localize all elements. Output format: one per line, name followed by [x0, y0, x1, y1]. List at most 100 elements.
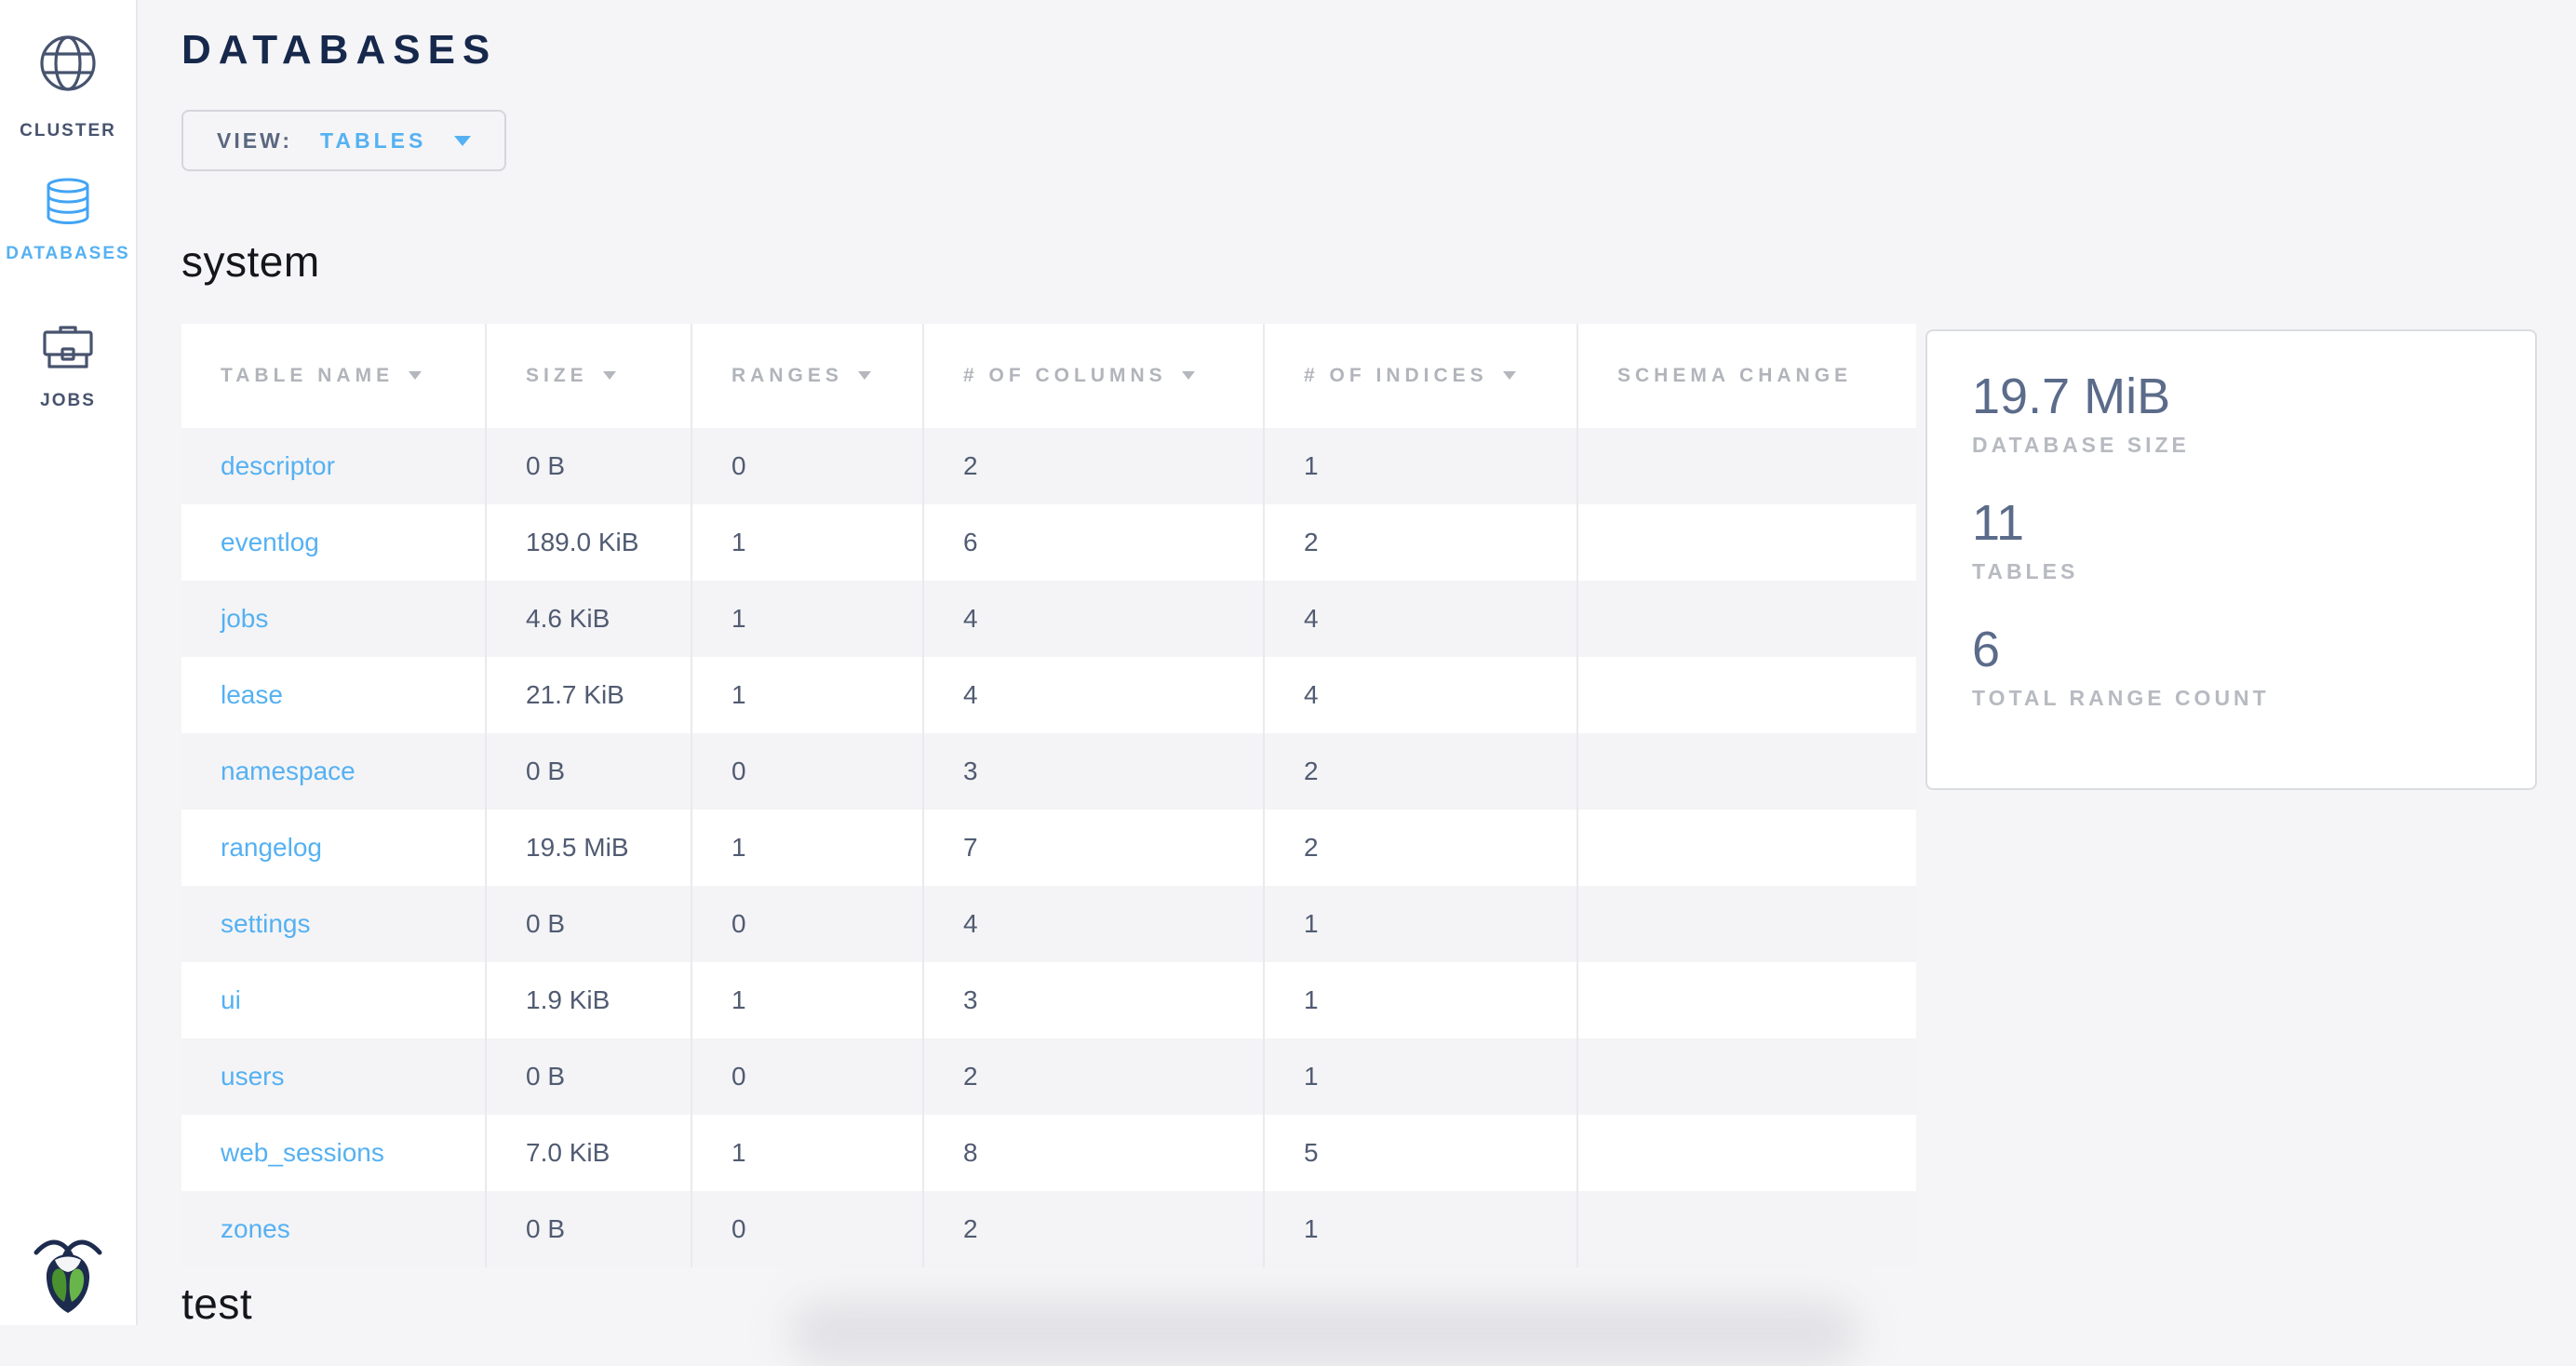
cell-indices: 1	[1264, 428, 1577, 504]
cell-ranges: 0	[691, 1038, 923, 1115]
cell-schema-change	[1577, 733, 1916, 810]
table-row: web_sessions7.0 KiB185	[181, 1115, 1916, 1191]
sidebar: CLUSTER DATABASES JOBS	[0, 0, 138, 1325]
sort-caret-icon	[1182, 371, 1195, 380]
cell-size: 19.5 MiB	[486, 810, 691, 886]
table-name-link[interactable]: eventlog	[221, 528, 319, 556]
cell-schema-change	[1577, 1191, 1916, 1267]
main-content: DATABASES VIEW: TABLES system TABLE NAME…	[181, 0, 2576, 1327]
cell-size: 4.6 KiB	[486, 581, 691, 657]
cell-name: rangelog	[181, 810, 486, 886]
cell-size: 0 B	[486, 1191, 691, 1267]
table-name-link[interactable]: jobs	[221, 604, 268, 633]
cell-schema-change	[1577, 504, 1916, 581]
cell-name: settings	[181, 886, 486, 962]
cell-columns: 6	[923, 504, 1264, 581]
cell-columns: 2	[923, 1038, 1264, 1115]
cell-columns: 2	[923, 428, 1264, 504]
cell-size: 7.0 KiB	[486, 1115, 691, 1191]
column-header-label: # OF INDICES	[1304, 365, 1488, 386]
cell-ranges: 1	[691, 581, 923, 657]
cockroach-logo-icon[interactable]	[0, 1234, 136, 1316]
table-name-link[interactable]: settings	[221, 909, 311, 938]
sidebar-item-label: CLUSTER	[20, 121, 116, 141]
cell-name: ui	[181, 962, 486, 1038]
table-header-row: TABLE NAME SIZE RANGES # OF COLUMNS # OF IND…	[181, 324, 1916, 428]
stat-table-count: 11 TABLES	[1972, 495, 2498, 584]
cell-schema-change	[1577, 581, 1916, 657]
stat-value: 11	[1972, 495, 2498, 551]
sort-caret-icon	[1503, 371, 1516, 380]
cell-schema-change	[1577, 428, 1916, 504]
column-header-label: SIZE	[526, 365, 588, 386]
stat-value: 19.7 MiB	[1972, 368, 2498, 424]
cell-columns: 2	[923, 1191, 1264, 1267]
cell-name: eventlog	[181, 504, 486, 581]
table-body: descriptor0 B021eventlog189.0 KiB162jobs…	[181, 428, 1916, 1267]
sort-caret-icon	[603, 371, 616, 380]
cell-indices: 1	[1264, 886, 1577, 962]
sidebar-item-label: DATABASES	[6, 244, 129, 264]
table-row: namespace0 B032	[181, 733, 1916, 810]
cell-size: 0 B	[486, 886, 691, 962]
column-header--of-columns[interactable]: # OF COLUMNS	[923, 324, 1264, 428]
cell-columns: 4	[923, 886, 1264, 962]
cell-name: namespace	[181, 733, 486, 810]
sidebar-item-databases[interactable]: DATABASES	[0, 177, 136, 264]
cell-indices: 1	[1264, 962, 1577, 1038]
column-header--of-indices[interactable]: # OF INDICES	[1264, 324, 1577, 428]
cell-size: 1.9 KiB	[486, 962, 691, 1038]
cell-size: 21.7 KiB	[486, 657, 691, 733]
cell-schema-change	[1577, 1115, 1916, 1191]
cell-ranges: 1	[691, 810, 923, 886]
table-row: descriptor0 B021	[181, 428, 1916, 504]
table-name-link[interactable]: rangelog	[221, 833, 322, 862]
cell-ranges: 1	[691, 504, 923, 581]
cell-indices: 1	[1264, 1191, 1577, 1267]
tables-table: TABLE NAME SIZE RANGES # OF COLUMNS # OF IND…	[181, 324, 1916, 1267]
sidebar-item-jobs[interactable]: JOBS	[0, 324, 136, 411]
bottom-shadow	[789, 1301, 1859, 1366]
table-row: lease21.7 KiB144	[181, 657, 1916, 733]
sidebar-item-label: JOBS	[40, 391, 96, 411]
table-name-link[interactable]: web_sessions	[221, 1138, 384, 1167]
table-name-link[interactable]: lease	[221, 680, 283, 709]
column-header-ranges[interactable]: RANGES	[691, 324, 923, 428]
cell-indices: 2	[1264, 733, 1577, 810]
column-header-table-name[interactable]: TABLE NAME	[181, 324, 486, 428]
cell-schema-change	[1577, 962, 1916, 1038]
chevron-down-icon	[454, 136, 471, 146]
stat-label: TABLES	[1972, 558, 2498, 584]
table-name-link[interactable]: zones	[221, 1214, 290, 1243]
table-row: ui1.9 KiB131	[181, 962, 1916, 1038]
column-header-label: RANGES	[731, 365, 843, 386]
cell-columns: 4	[923, 581, 1264, 657]
globe-icon	[38, 33, 98, 93]
cell-columns: 8	[923, 1115, 1264, 1191]
table-name-link[interactable]: ui	[221, 985, 241, 1014]
cell-columns: 7	[923, 810, 1264, 886]
databases-icon	[45, 177, 91, 225]
table-row: zones0 B021	[181, 1191, 1916, 1267]
cell-columns: 3	[923, 733, 1264, 810]
cell-indices: 1	[1264, 1038, 1577, 1115]
cell-indices: 4	[1264, 581, 1577, 657]
sidebar-item-cluster[interactable]: CLUSTER	[0, 0, 136, 141]
database-section-system: TABLE NAME SIZE RANGES # OF COLUMNS # OF IND…	[181, 324, 2576, 1267]
column-header-schema-change: SCHEMA CHANGE	[1577, 324, 1916, 428]
table-name-link[interactable]: descriptor	[221, 451, 335, 480]
stat-label: TOTAL RANGE COUNT	[1972, 685, 2498, 711]
cell-indices: 2	[1264, 504, 1577, 581]
table-name-link[interactable]: users	[221, 1062, 284, 1091]
cell-name: jobs	[181, 581, 486, 657]
cell-schema-change	[1577, 1038, 1916, 1115]
table-name-link[interactable]: namespace	[221, 757, 356, 785]
cell-size: 0 B	[486, 428, 691, 504]
page-title: DATABASES	[181, 30, 2576, 71]
column-header-size[interactable]: SIZE	[486, 324, 691, 428]
view-dropdown[interactable]: VIEW: TABLES	[181, 110, 506, 171]
database-summary-card: 19.7 MiB DATABASE SIZE 11 TABLES 6 TOTAL…	[1925, 329, 2537, 790]
table-row: jobs4.6 KiB144	[181, 581, 1916, 657]
view-dropdown-value: TABLES	[320, 128, 426, 154]
cell-schema-change	[1577, 657, 1916, 733]
